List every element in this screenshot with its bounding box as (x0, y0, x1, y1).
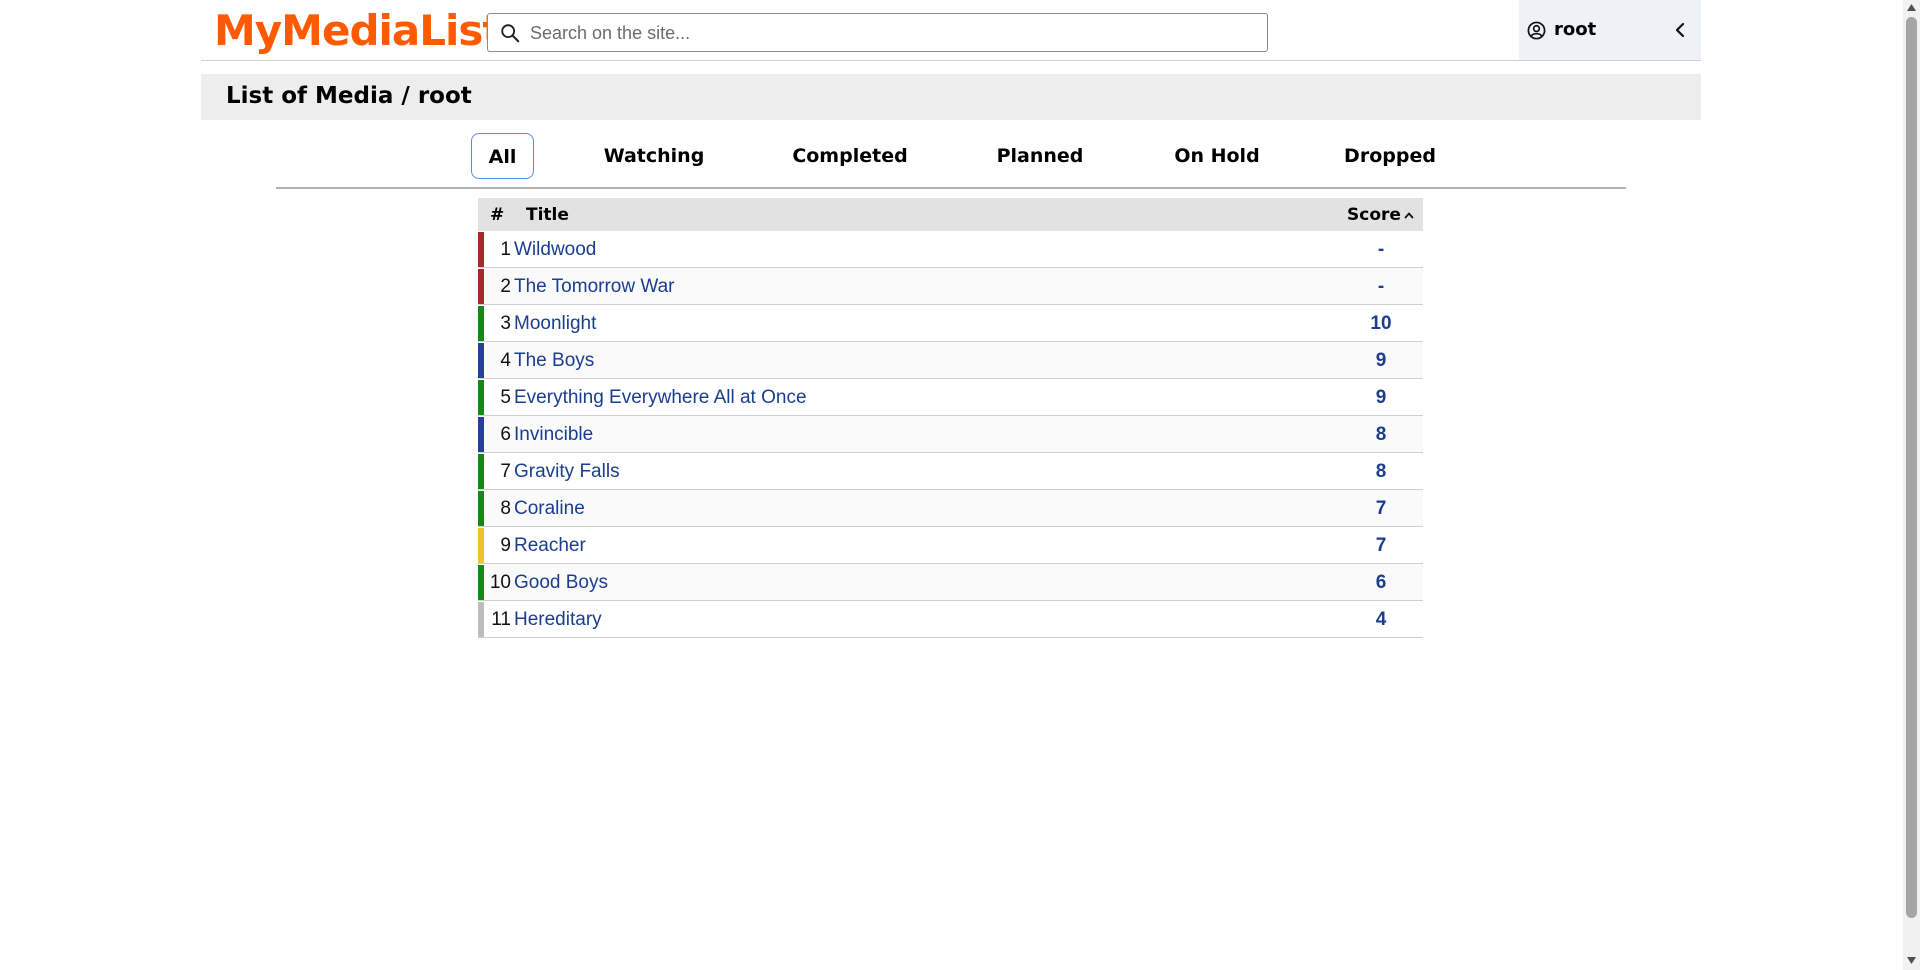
media-title-link[interactable]: Hereditary (514, 609, 602, 631)
media-score[interactable]: 8 (1358, 424, 1404, 446)
site-header: MyMediaList root (201, 0, 1701, 61)
table-row: 10 Good Boys 6 (478, 564, 1423, 601)
row-number: 4 (500, 350, 511, 371)
row-number: 6 (500, 424, 511, 445)
column-header-title[interactable]: Title (526, 205, 569, 225)
media-title-link[interactable]: Coraline (514, 498, 585, 520)
media-title-link[interactable]: The Tomorrow War (514, 276, 674, 298)
tab-dropped[interactable]: Dropped (1328, 133, 1452, 179)
page-scrollbar[interactable] (1903, 0, 1920, 970)
tab-completed[interactable]: Completed (780, 133, 920, 179)
row-number: 8 (500, 498, 511, 519)
media-score[interactable]: 7 (1358, 535, 1404, 557)
media-title-link[interactable]: Invincible (514, 424, 593, 446)
media-score[interactable]: - (1358, 239, 1404, 261)
page-title-bar: List of Media / root (201, 74, 1701, 120)
media-score[interactable]: 10 (1358, 313, 1404, 335)
media-title-link[interactable]: Everything Everywhere All at Once (514, 387, 807, 409)
row-number: 2 (500, 276, 511, 297)
media-score[interactable]: 6 (1358, 572, 1404, 594)
column-header-num: # (490, 205, 505, 225)
media-title-link[interactable]: Wildwood (514, 239, 596, 261)
column-header-score-label: Score (1347, 205, 1401, 225)
tab-all[interactable]: All (471, 133, 534, 179)
row-number: 3 (500, 313, 511, 334)
table-row: 6 Invincible 8 (478, 416, 1423, 453)
scrollbar-thumb[interactable] (1906, 17, 1917, 918)
row-number: 5 (500, 387, 511, 408)
search-box[interactable] (487, 13, 1268, 52)
row-number: 1 (500, 239, 511, 260)
table-row: 8 Coraline 7 (478, 490, 1423, 527)
search-icon (501, 24, 520, 43)
media-score[interactable]: 9 (1358, 387, 1404, 409)
scroll-down-arrow-icon[interactable] (1907, 957, 1916, 964)
user-name: root (1554, 19, 1597, 40)
table-row: 9 Reacher 7 (478, 527, 1423, 564)
tab-planned[interactable]: Planned (983, 133, 1097, 179)
table-row: 1 Wildwood - (478, 231, 1423, 268)
chevron-left-icon[interactable] (1673, 22, 1687, 38)
table-row: 7 Gravity Falls 8 (478, 453, 1423, 490)
row-number: 7 (500, 461, 511, 482)
table-row: 3 Moonlight 10 (478, 305, 1423, 342)
status-tabs: All Watching Completed Planned On Hold D… (276, 131, 1626, 189)
row-number: 11 (491, 609, 511, 630)
user-menu-toggle[interactable]: root (1519, 0, 1701, 60)
column-header-score[interactable]: Score (1347, 205, 1414, 225)
media-score[interactable]: 8 (1358, 461, 1404, 483)
tab-on-hold[interactable]: On Hold (1156, 133, 1278, 179)
row-number: 9 (500, 535, 511, 556)
row-number: 10 (489, 572, 511, 593)
tab-watching[interactable]: Watching (591, 133, 717, 179)
search-input[interactable] (530, 18, 1250, 48)
user-circle-icon (1527, 21, 1546, 40)
table-row: 2 The Tomorrow War - (478, 268, 1423, 305)
page-title: List of Media / root (226, 83, 472, 109)
site-logo[interactable]: MyMediaList (214, 4, 502, 58)
table-header: # Title Score (478, 198, 1423, 231)
media-title-link[interactable]: Moonlight (514, 313, 596, 335)
media-score[interactable]: 9 (1358, 350, 1404, 372)
media-title-link[interactable]: The Boys (514, 350, 594, 372)
media-title-link[interactable]: Good Boys (514, 572, 608, 594)
table-body: 1 Wildwood - 2 The Tomorrow War - 3 Moonlight 10… (478, 231, 1423, 638)
media-title-link[interactable]: Reacher (514, 535, 586, 557)
media-score[interactable]: 7 (1358, 498, 1404, 520)
table-row: 11 Hereditary 4 (478, 601, 1423, 638)
media-table: # Title Score 1 Wildwood -2 The Tomorrow Wa… (478, 198, 1423, 638)
table-row: 4 The Boys 9 (478, 342, 1423, 379)
media-score[interactable]: - (1358, 276, 1404, 298)
table-row: 5 Everything Everywhere All at Once 9 (478, 379, 1423, 416)
media-title-link[interactable]: Gravity Falls (514, 461, 620, 483)
media-score[interactable]: 4 (1358, 609, 1404, 631)
scroll-up-arrow-icon[interactable] (1907, 4, 1916, 11)
chevron-up-icon (1404, 212, 1414, 219)
